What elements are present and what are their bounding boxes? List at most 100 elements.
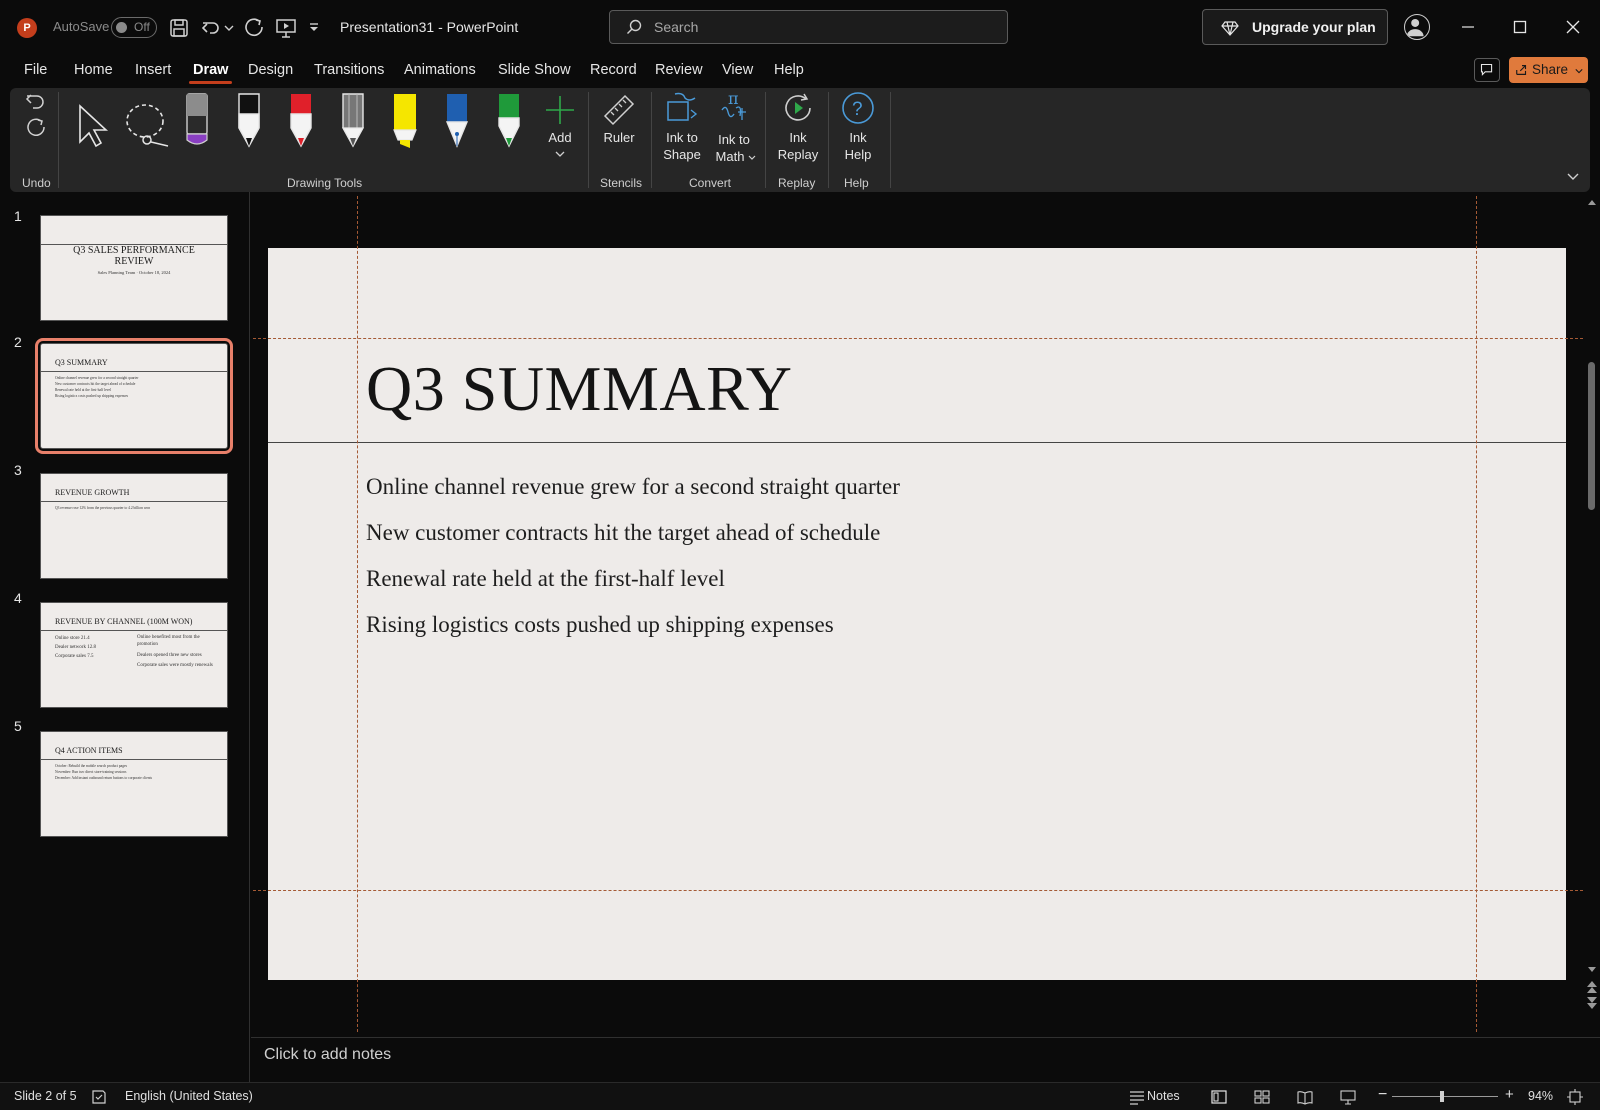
tab-draw[interactable]: Draw xyxy=(188,62,233,84)
tab-slide-show[interactable]: Slide Show xyxy=(498,62,571,78)
previous-slide-icon[interactable] xyxy=(1586,980,1598,994)
tab-file[interactable]: File xyxy=(24,62,47,78)
normal-view-icon[interactable] xyxy=(1210,1088,1228,1106)
tab-home[interactable]: Home xyxy=(74,62,113,78)
upgrade-plan-button[interactable]: Upgrade your plan xyxy=(1202,9,1388,45)
share-button[interactable]: Share xyxy=(1509,57,1588,83)
horizontal-guide[interactable] xyxy=(253,890,1583,891)
slide-bullet[interactable]: New customer contracts hit the target ah… xyxy=(366,520,880,546)
highlighter-yellow-icon[interactable] xyxy=(390,92,420,150)
slide-bullet[interactable]: Online channel revenue grew for a second… xyxy=(366,474,900,500)
chevron-down-icon xyxy=(555,151,565,157)
group-separator xyxy=(828,92,829,188)
thumbnail-title: Q4 ACTION ITEMS xyxy=(55,746,123,755)
reading-view-icon[interactable] xyxy=(1296,1088,1314,1106)
pencil-gray-icon[interactable] xyxy=(338,92,368,150)
slide-title[interactable]: Q3 SUMMARY xyxy=(366,352,792,426)
vertical-guide[interactable] xyxy=(1476,196,1477,1032)
vertical-scrollbar[interactable] xyxy=(1584,196,1600,1016)
autosave-label: AutoSave xyxy=(53,19,110,34)
zoom-slider-knob[interactable] xyxy=(1439,1091,1444,1102)
autosave-toggle[interactable]: Off xyxy=(111,17,157,38)
tab-view[interactable]: View xyxy=(722,62,753,78)
add-label: Add xyxy=(548,130,572,145)
tab-design[interactable]: Design xyxy=(248,62,293,78)
slide-sorter-icon[interactable] xyxy=(1253,1088,1271,1106)
ink-replay-label-1: Ink xyxy=(789,130,807,145)
fit-to-window-icon[interactable] xyxy=(1566,1088,1584,1106)
customize-qat-icon[interactable] xyxy=(306,16,322,40)
tab-transitions[interactable]: Transitions xyxy=(314,62,384,78)
pen-blue-icon[interactable] xyxy=(442,92,472,150)
tab-help[interactable]: Help xyxy=(774,62,804,78)
search-box[interactable] xyxy=(609,10,1008,44)
thumbnail-line: Dealers opened three new stores xyxy=(137,653,202,658)
group-label-replay: Replay xyxy=(778,176,816,190)
redo-icon[interactable] xyxy=(24,116,48,140)
accessibility-check-icon[interactable] xyxy=(90,1088,108,1106)
close-icon[interactable] xyxy=(1558,14,1588,40)
maximize-icon[interactable] xyxy=(1505,14,1535,40)
chevron-down-icon xyxy=(1575,69,1583,74)
slide-thumbnail-5[interactable]: Q4 ACTION ITEMS October: Rebuild the mob… xyxy=(40,731,228,837)
pen-black-icon[interactable] xyxy=(234,92,264,150)
slide-thumbnail-3[interactable]: REVENUE GROWTH Q3 revenue rose 12% from … xyxy=(40,473,228,579)
slide-bullet[interactable]: Rising logistics costs pushed up shippin… xyxy=(366,612,834,638)
current-slide[interactable]: Q3 SUMMARY Online channel revenue grew f… xyxy=(268,248,1566,980)
thumbnail-subtitle: Sales Planning Team · October 18, 2024 xyxy=(97,270,171,275)
ink-to-math-label-1: Ink to xyxy=(718,132,750,147)
tab-insert[interactable]: Insert xyxy=(135,62,171,78)
zoom-out-icon[interactable]: − xyxy=(1378,1086,1387,1104)
group-separator xyxy=(765,92,766,188)
comments-button[interactable] xyxy=(1474,58,1500,82)
slide-thumbnail-1[interactable]: Q3 SALES PERFORMANCE REVIEW Sales Planni… xyxy=(40,215,228,321)
save-icon[interactable] xyxy=(167,16,191,40)
next-slide-icon[interactable] xyxy=(1586,996,1598,1010)
ribbon-expand-chevron-icon[interactable] xyxy=(1566,172,1580,182)
language-indicator[interactable]: English (United States) xyxy=(125,1089,253,1103)
scroll-up-icon[interactable] xyxy=(1587,198,1597,206)
redo-icon[interactable] xyxy=(242,16,266,40)
add-pen-button[interactable]: Add xyxy=(540,92,580,168)
tab-review[interactable]: Review xyxy=(655,62,703,78)
thumbnail-rule xyxy=(41,371,227,372)
help-icon: ? xyxy=(842,92,874,124)
ruler-button[interactable]: Ruler xyxy=(593,90,645,170)
slide-show-view-icon[interactable] xyxy=(1339,1088,1357,1106)
search-input[interactable] xyxy=(654,16,994,38)
title-bar: P AutoSave Off Presentation31 - PowerPoi… xyxy=(0,0,1600,56)
undo-icon[interactable] xyxy=(199,16,223,40)
undo-dropdown-icon[interactable] xyxy=(223,16,235,40)
notes-placeholder[interactable]: Click to add notes xyxy=(264,1046,391,1064)
pen-green-icon[interactable] xyxy=(494,92,524,150)
scroll-down-icon[interactable] xyxy=(1587,966,1597,974)
ink-help-button[interactable]: ? Ink Help xyxy=(834,90,882,170)
select-arrow-icon[interactable] xyxy=(72,100,112,150)
ink-to-math-icon: π xyxy=(721,90,746,120)
minimize-icon[interactable] xyxy=(1453,14,1483,40)
pen-red-icon[interactable] xyxy=(286,92,316,150)
undo-icon[interactable] xyxy=(24,90,48,114)
horizontal-guide[interactable] xyxy=(253,338,1583,339)
zoom-level[interactable]: 94% xyxy=(1528,1089,1553,1103)
vertical-guide[interactable] xyxy=(357,196,358,1032)
tab-animations[interactable]: Animations xyxy=(404,62,476,78)
thumbnail-title: Q3 SALES PERFORMANCE REVIEW xyxy=(73,245,195,267)
ink-to-math-button[interactable]: π Ink to Math xyxy=(710,90,760,170)
notes-pane[interactable]: Click to add notes xyxy=(251,1037,1600,1082)
present-from-beginning-icon[interactable] xyxy=(274,16,298,40)
tab-record[interactable]: Record xyxy=(590,62,637,78)
lasso-select-icon[interactable] xyxy=(122,100,172,150)
slide-thumbnail-2[interactable]: Q3 SUMMARY Online channel revenue grew f… xyxy=(35,338,233,454)
group-separator xyxy=(588,92,589,188)
notes-toggle-button[interactable]: Notes xyxy=(1128,1083,1184,1110)
zoom-slider[interactable] xyxy=(1392,1091,1498,1102)
slide-thumbnail-4[interactable]: REVENUE BY CHANNEL (100M WON) Online sto… xyxy=(40,602,228,708)
zoom-in-icon[interactable]: + xyxy=(1505,1086,1514,1103)
ink-to-shape-button[interactable]: Ink to Shape xyxy=(658,90,706,170)
ink-replay-button[interactable]: Ink Replay xyxy=(772,90,822,170)
scrollbar-thumb[interactable] xyxy=(1588,362,1595,510)
account-avatar[interactable] xyxy=(1404,14,1430,40)
pen-purple-icon[interactable] xyxy=(182,92,212,150)
slide-bullet[interactable]: Renewal rate held at the first-half leve… xyxy=(366,566,725,592)
